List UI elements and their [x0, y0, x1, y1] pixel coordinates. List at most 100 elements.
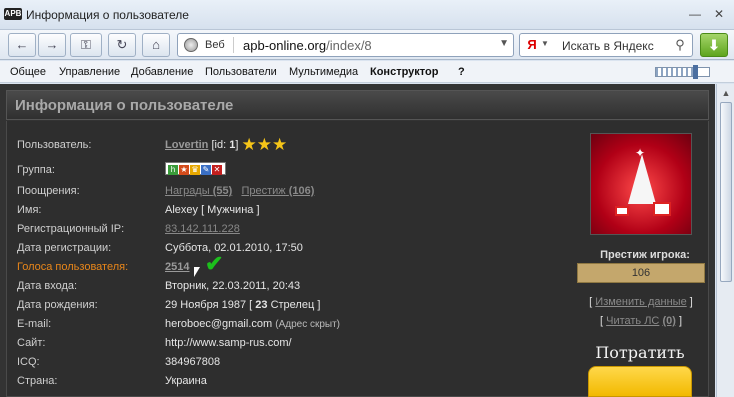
engine-dropdown-icon[interactable]: ▼ [541, 39, 549, 48]
window-title: Информация о пользователе [26, 8, 189, 22]
zoom-slider-track [656, 68, 696, 76]
avatar: ✦ [590, 133, 692, 235]
yandex-icon[interactable]: Я [524, 37, 540, 53]
back-button[interactable]: ← [8, 33, 36, 57]
page-content: Информация о пользователе Пользователь: … [0, 84, 715, 397]
group-star-icon: ★ [179, 165, 189, 175]
country-label: Страна: [17, 375, 58, 387]
icq-value: 384967808 [165, 356, 221, 368]
edit-profile-text: Изменить данные [595, 296, 687, 308]
search-box[interactable]: Я ▼ Искать в Яндекс ⚲ [519, 33, 693, 57]
reg-ip-label: Регистрационный IP: [17, 223, 125, 235]
menu-item-general[interactable]: Общее [10, 66, 46, 78]
group-crown-icon: ♛ [190, 165, 200, 175]
zoom-slider[interactable] [655, 65, 710, 79]
page-title: Информация о пользователе [15, 97, 234, 114]
globe-icon [184, 38, 198, 52]
site-label: Сайт: [17, 337, 46, 349]
group-icons: h ★ ♛ ✎ ✕ [165, 162, 226, 175]
scroll-up-icon[interactable]: ▲ [719, 86, 733, 100]
votes-label: Голоса пользователя: [17, 261, 129, 273]
navigation-toolbar: ← → ⚿ ↻ ⌂ Веб apb-online.org/index/8 ▼ Я… [0, 30, 734, 60]
reg-date-label: Дата регистрации: [17, 242, 112, 254]
id-prefix: [id: [211, 139, 230, 151]
birth-sign: Стрелец ] [267, 299, 321, 311]
star-icon: ★ [241, 135, 257, 155]
login-value: Вторник, 22.03.2011, 20:43 [165, 280, 301, 292]
christmas-tree-icon [628, 154, 656, 204]
awards-count: (55) [212, 185, 233, 197]
profile-panel: Пользователь: Lovertin [id: 1] ★★★ Групп… [6, 121, 709, 397]
group-pencil-icon: ✎ [201, 165, 211, 175]
votes-link[interactable]: 2514 [165, 261, 189, 273]
votes-value: 2514 [165, 261, 189, 273]
search-icon[interactable]: ⚲ [670, 36, 690, 54]
download-icon[interactable]: ⬇ [700, 33, 728, 57]
chevron-down-icon[interactable]: ▼ [499, 38, 509, 49]
reg-date-value: Суббота, 02.01.2010, 17:50 [165, 242, 303, 254]
vertical-scrollbar[interactable]: ▲ [716, 84, 734, 397]
web-label: Веб [205, 39, 225, 51]
read-pm-link[interactable]: [ Читать ЛС (0) ] [577, 315, 705, 327]
awards-link-text: Награды [165, 185, 210, 197]
email-address: heroboec@gmail.com [165, 318, 273, 330]
panel-header: Информация о пользователе [6, 90, 709, 120]
address-bar[interactable]: Веб apb-online.org/index/8 ▼ [177, 33, 514, 57]
mouse-cursor-icon [194, 267, 200, 277]
menu-item-help[interactable]: ? [458, 66, 465, 78]
menu-item-users[interactable]: Пользователи [205, 66, 277, 78]
search-input[interactable]: Искать в Яндекс [562, 39, 654, 53]
window-titlebar: APB Информация о пользователе — ✕ [0, 0, 734, 30]
present-icon [615, 206, 629, 216]
prestige-label: Престиж игрока: [600, 249, 690, 261]
reg-ip-link[interactable]: 83.142.111.228 [165, 223, 240, 235]
icq-label: ICQ: [17, 356, 40, 368]
edit-profile-link[interactable]: [ Изменить данные ] [577, 296, 705, 308]
menu-item-management[interactable]: Управление [59, 66, 120, 78]
read-pm-text: Читать ЛС [606, 315, 660, 327]
scrollbar-thumb[interactable] [720, 102, 732, 282]
user-label: Пользователь: [17, 139, 92, 151]
email-label: E-mail: [17, 318, 52, 330]
app-logo: APB [4, 8, 22, 20]
prestige-value: 106 [577, 263, 705, 283]
site-menu: Общее Управление Добавление Пользователи… [0, 61, 734, 83]
email-value: heroboec@gmail.com (Адрес скрыт) [165, 318, 340, 330]
zoom-slider-thumb[interactable] [693, 65, 698, 79]
birth-label: Дата рождения: [17, 299, 98, 311]
login-label: Дата входа: [17, 280, 78, 292]
url-text[interactable]: apb-online.org/index/8 [243, 38, 372, 53]
reload-icon[interactable]: ↻ [108, 33, 136, 57]
spend-button[interactable] [588, 366, 692, 397]
home-button[interactable]: ⌂ [142, 33, 170, 57]
group-h-icon: h [168, 165, 178, 175]
username-link[interactable]: Lovertin [165, 139, 208, 151]
birth-date: 29 Ноября 1987 [ [165, 299, 256, 311]
user-value: Lovertin [id: 1] ★★★ [165, 135, 288, 155]
prestige-link-text: Престиж [241, 185, 286, 197]
forward-button[interactable]: → [38, 33, 66, 57]
menu-item-multimedia[interactable]: Мультимедиа [289, 66, 358, 78]
country-value: Украина [165, 375, 207, 387]
menu-item-add[interactable]: Добавление [131, 66, 193, 78]
birth-value: 29 Ноября 1987 [ 23 Стрелец ] [165, 299, 320, 311]
menu-item-constructor[interactable]: Конструктор [370, 66, 438, 78]
url-host: apb-online.org [243, 38, 327, 53]
pm-count: (0) [662, 315, 676, 327]
gift-icon [653, 202, 671, 216]
url-path: /index/8 [326, 38, 372, 53]
awards-link[interactable]: Награды (55) [165, 185, 232, 197]
star-icon: ★ [271, 135, 288, 155]
email-note: (Адрес скрыт) [275, 319, 341, 330]
spend-title: Потратить [595, 343, 685, 362]
prestige-link[interactable]: Престиж (106) [241, 185, 314, 197]
birth-age: 23 [255, 299, 268, 311]
close-icon[interactable]: ✕ [710, 6, 728, 22]
minimize-icon[interactable]: — [686, 6, 704, 22]
id-suffix: ] [235, 139, 239, 151]
name-label: Имя: [17, 204, 42, 216]
group-label: Группа: [17, 164, 55, 176]
group-ban-icon: ✕ [212, 165, 222, 175]
key-icon[interactable]: ⚿ [70, 33, 102, 57]
site-value[interactable]: http://www.samp-rus.com/ [165, 337, 292, 349]
